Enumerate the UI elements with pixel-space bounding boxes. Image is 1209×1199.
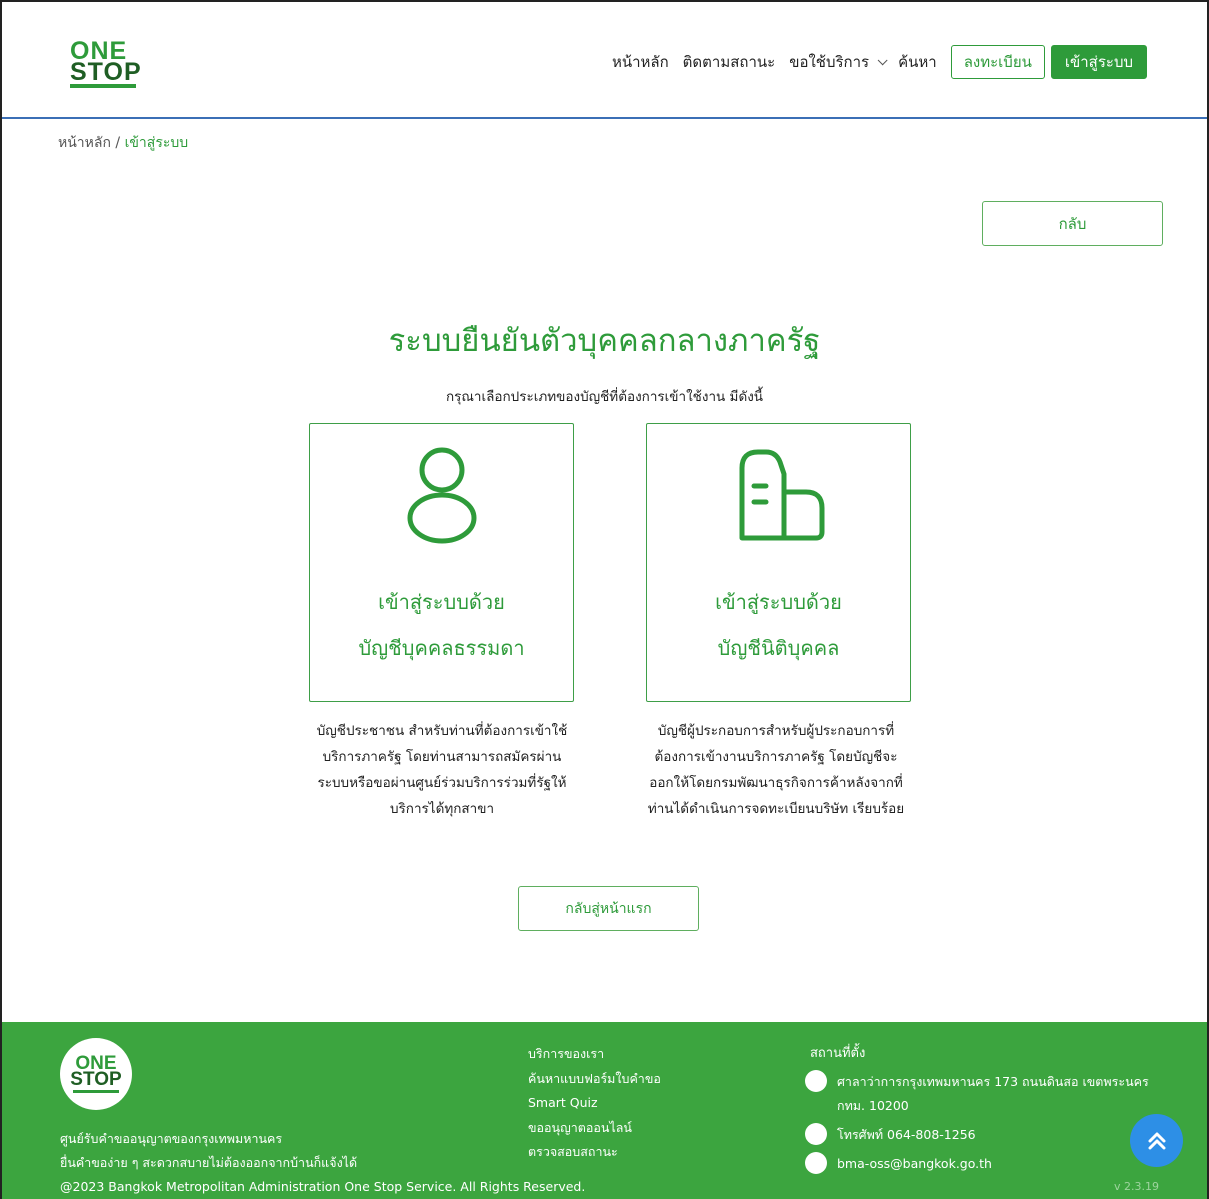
footer-link-smart-quiz[interactable]: Smart Quiz (528, 1091, 661, 1116)
one-stop-logo[interactable]: ONE STOP (70, 39, 142, 88)
phone-row: โทรศัพท์ 064-808-1256 (805, 1123, 976, 1147)
footer-tagline-sub: ยื่นคำของ่าย ๆ สะดวกสบายไม่ต้องออกจากบ้า… (60, 1155, 358, 1170)
desc-line: ออกให้โดยกรมพัฒนาธุรกิจการค้าหลังจากที่ (649, 775, 903, 791)
nav-services-label: ขอใช้บริการ (789, 53, 870, 71)
footer-tagline: ศูนย์รับคำขออนุญาตของกรุงเทพมหานคร (60, 1131, 283, 1146)
footer-link-forms[interactable]: ค้นหาแบบฟอร์มใบคำขอ (528, 1067, 661, 1092)
address-row: ศาลาว่าการกรุงเทพมหานคร 173 ถนนดินสอ เขต… (805, 1070, 1149, 1118)
breadcrumb-separator: / (110, 135, 125, 151)
desc-line: ท่านได้ดำเนินการจดทะเบียนบริษัท เรียบร้อ… (647, 801, 905, 817)
scroll-to-top-button[interactable] (1130, 1114, 1183, 1167)
email-icon (805, 1152, 827, 1174)
site-footer: ONE STOP ศูนย์รับคำขออนุญาตของกรุงเทพมหา… (2, 1022, 1207, 1199)
login-button[interactable]: เข้าสู่ระบบ (1050, 45, 1147, 79)
breadcrumb: หน้าหลัก / เข้าสู่ระบบ (58, 132, 188, 154)
address-line1: ศาลาว่าการกรุงเทพมหานคร 173 ถนนดินสอ เขต… (837, 1074, 1149, 1089)
desc-line: บริการภาครัฐ โดยท่านสามารถสมัครผ่าน (322, 749, 562, 765)
nav-services-dropdown[interactable]: ขอใช้บริการ (789, 50, 888, 74)
card-line1: เข้าสู่ระบบด้วย (378, 590, 505, 614)
desc-line: ระบบหรือขอผ่านศูนย์ร่วมบริการร่วมที่รัฐใ… (317, 775, 567, 791)
desc-line: ต้องการเข้างานบริการภาครัฐ โดยบัญชีจะ (654, 749, 898, 765)
nav-home[interactable]: หน้าหลัก (612, 50, 669, 74)
email-text[interactable]: bma-oss@bangkok.go.th (837, 1152, 992, 1176)
address-line2: กทม. 10200 (837, 1098, 909, 1113)
footer-link-online-permit[interactable]: ขออนุญาตออนไลน์ (528, 1116, 661, 1141)
page-subtitle: กรุณาเลือกประเภทของบัญชีที่ต้องการเข้าใช… (445, 389, 764, 405)
juristic-card-description: บัญชีผู้ประกอบการสำหรับผู้ประกอบการที่ ต… (626, 718, 926, 822)
breadcrumb-home[interactable]: หน้าหลัก (58, 135, 111, 151)
card-line2: บัญชีบุคคลธรรมดา (358, 636, 525, 660)
version-label: v 2.3.19 (1114, 1180, 1159, 1193)
main-nav: หน้าหลัก ติดตามสถานะ ขอใช้บริการ ค้นหา ล… (612, 45, 1147, 79)
location-title: สถานที่ตั้ง (810, 1046, 866, 1061)
register-button[interactable]: ลงทะเบียน (950, 45, 1045, 79)
footer-links: บริการของเรา ค้นหาแบบฟอร์มใบคำขอ Smart Q… (528, 1042, 661, 1165)
citizen-card-description: บัญชีประชาชน สำหรับท่านที่ต้องการเข้าใช้… (292, 718, 592, 822)
footer-logo[interactable]: ONE STOP (60, 1038, 132, 1110)
logo-line2: STOP (70, 58, 142, 86)
footer-link-services[interactable]: บริการของเรา (528, 1042, 661, 1067)
card-line1: เข้าสู่ระบบด้วย (715, 590, 842, 614)
nav-search[interactable]: ค้นหา (898, 50, 937, 74)
nav-track-status[interactable]: ติดตามสถานะ (683, 50, 776, 74)
phone-text: โทรศัพท์ 064-808-1256 (837, 1127, 976, 1142)
juristic-login-card[interactable]: เข้าสู่ระบบด้วย บัญชีนิติบุคคล (646, 423, 911, 702)
breadcrumb-current: เข้าสู่ระบบ (124, 135, 189, 151)
desc-line: บริการได้ทุกสาขา (389, 801, 495, 817)
back-button[interactable]: กลับ (982, 201, 1163, 246)
card-line2: บัญชีนิติบุคคล (717, 636, 840, 660)
person-icon (310, 446, 573, 546)
phone-icon (805, 1123, 827, 1145)
footer-logo-underline (73, 1089, 119, 1093)
citizen-login-card[interactable]: เข้าสู่ระบบด้วย บัญชีบุคคลธรรมดา (309, 423, 574, 702)
desc-line: บัญชีผู้ประกอบการสำหรับผู้ประกอบการที่ (657, 723, 895, 739)
footer-logo-line2: STOP (70, 1068, 122, 1090)
location-pin-icon (805, 1070, 827, 1092)
site-header: ONE STOP หน้าหลัก ติดตามสถานะ ขอใช้บริกา… (2, 2, 1207, 119)
email-row: bma-oss@bangkok.go.th (805, 1152, 992, 1176)
footer-link-check-status[interactable]: ตรวจสอบสถานะ (528, 1140, 661, 1165)
page-title: ระบบยืนยันตัวบุคคลกลางภาครัฐ (388, 323, 821, 359)
building-icon (647, 446, 910, 546)
back-to-home-button[interactable]: กลับสู่หน้าแรก (518, 886, 699, 931)
chevron-down-icon (877, 54, 888, 65)
copyright: @2023 Bangkok Metropolitan Administratio… (60, 1179, 586, 1194)
double-chevron-up-icon (1148, 1132, 1165, 1149)
desc-line: บัญชีประชาชน สำหรับท่านที่ต้องการเข้าใช้ (316, 723, 568, 739)
